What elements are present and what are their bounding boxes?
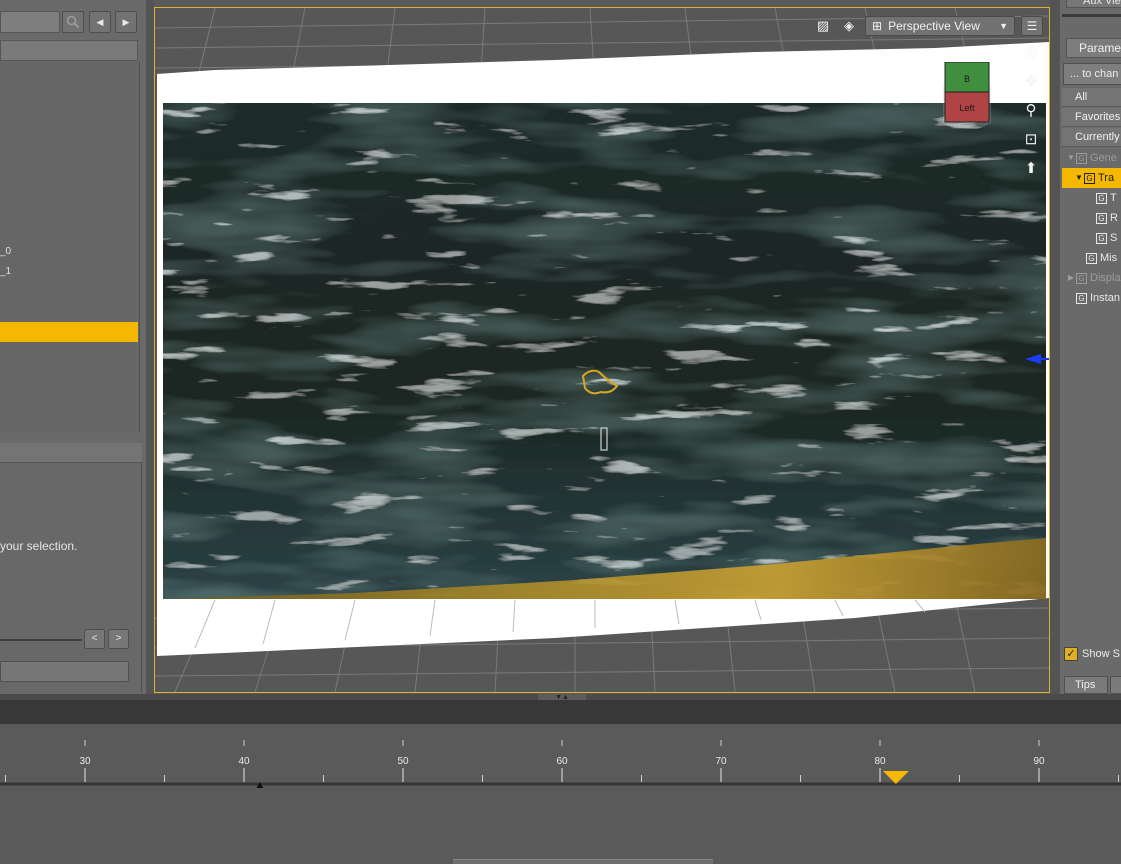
timeline[interactable]: 30 40 50 60 70 80 90 [0,724,1121,864]
tab-aux-view[interactable]: Aux View [1066,0,1121,8]
tab-parameters[interactable]: Paramet [1066,38,1121,58]
timeline-scrollbar[interactable] [453,859,713,864]
tree-item[interactable]: GR [1062,208,1121,228]
draw-style-icon[interactable]: ◈ [839,16,859,36]
tree-item-label: Instan [1090,292,1120,304]
tab-secondary[interactable] [1110,676,1121,694]
timeline-header [0,700,1121,724]
expand-icon[interactable]: ▼ [1066,148,1076,168]
filter-currently[interactable]: Currently [1062,128,1121,147]
ruler-tick-label: 60 [556,756,568,767]
left-lower-panel: your selection. < > [0,443,142,693]
cube-face-label: Left [959,103,975,113]
pan-icon[interactable]: ✥ [1020,71,1042,93]
show-checkbox[interactable]: ✓ [1064,647,1078,661]
tree-item[interactable]: GS [1062,228,1121,248]
chevron-down-icon: ▼ [999,21,1008,31]
group-icon: G [1096,232,1107,244]
ruler-tick-label: 30 [79,756,91,767]
frame-icon[interactable]: ⊡ [1020,129,1042,151]
nav-forward-button[interactable]: ▶ [115,11,137,33]
tree-item[interactable]: G Instan [1062,288,1121,308]
expand-icon[interactable]: ▼ [1074,168,1084,188]
tree-item-label: Tra [1098,172,1115,184]
group-icon: G [1076,272,1087,284]
ruler-tick-label: 40 [238,756,250,767]
group-icon: G [1076,292,1087,304]
render-toggle-icon[interactable]: ▨ [813,16,833,36]
tab-tips[interactable]: Tips [1064,676,1108,694]
left-slider[interactable] [0,639,82,641]
scene-list: _0 _1 [0,62,140,432]
ruler-tick-label: 50 [397,756,409,767]
group-icon: G [1096,192,1107,204]
parameter-filter-input[interactable]: ... to chan [1063,63,1121,85]
tree-item-label: S [1110,232,1118,244]
tree-item-label: Mis [1100,252,1118,264]
ocean-surface [163,103,1046,599]
view-mode-label: Perspective View [888,19,980,33]
grid-icon: ⊞ [872,19,883,33]
expand-icon[interactable]: ▶ [1066,268,1076,288]
show-label: Show S [1082,648,1120,660]
viewport-toolbar: ▨ ◈ ⊞ Perspective View ▼ ☰ [813,16,1043,36]
tree-item[interactable]: GT [1062,188,1121,208]
orbit-icon[interactable]: ◎ [1020,42,1042,64]
tree-item[interactable]: G Mis [1062,248,1121,268]
aux-divider [1062,14,1121,17]
right-pane: Aux View Paramet ... to chan All Favorit… [1060,0,1121,694]
viewport[interactable]: ▨ ◈ ⊞ Perspective View ▼ ☰ B Left ◎ ✥ ⚲ … [154,7,1050,693]
reset-view-icon[interactable]: ⬆ [1020,158,1042,180]
right-sash[interactable] [1050,0,1060,694]
zoom-icon[interactable]: ⚲ [1020,100,1042,122]
tree-item-label: R [1110,212,1118,224]
selection-hint-text: your selection. [0,539,78,553]
cube-top-label: B [964,74,970,84]
page-prev-button[interactable]: < [84,629,105,649]
tree-item-label: T [1110,192,1117,204]
tree-item[interactable]: ▼ G Gene [1062,148,1121,168]
tree-item[interactable]: ▶ G Displa [1062,268,1121,288]
playhead-marker[interactable] [882,771,909,784]
left-header-bar[interactable] [0,40,138,61]
ruler-tick-label: 70 [715,756,727,767]
group-icon: G [1096,212,1107,224]
page-next-button[interactable]: > [108,629,129,649]
left-search-input[interactable] [0,11,60,33]
left-lower-header[interactable] [0,443,142,463]
left-pane: ◀ ▶ _0 _1 your selection. < > [0,0,146,694]
group-icon: G [1086,252,1097,264]
filter-favorites[interactable]: Favorites [1062,108,1121,127]
show-option[interactable]: ✓ Show S [1064,646,1120,662]
left-bottom-button[interactable] [0,661,129,682]
viewport-menu-button[interactable]: ☰ [1021,16,1043,36]
group-icon: G [1084,172,1095,184]
selected-list-item[interactable] [0,322,138,342]
nav-cube[interactable]: B Left [943,62,991,128]
view-mode-select[interactable]: ⊞ Perspective View ▼ [865,16,1015,36]
tree-item-label: Gene [1090,152,1117,164]
scene-render[interactable] [155,8,1049,692]
list-item[interactable]: _1 [0,266,11,277]
search-button[interactable] [62,11,84,33]
menu-icon: ☰ [1026,19,1038,33]
tree-item-selected[interactable]: ▼ G Tra [1062,168,1121,188]
group-icon: G [1076,152,1087,164]
list-item[interactable]: _0 [0,246,11,257]
left-sash[interactable] [146,0,154,694]
tree-item-label: Displa [1090,272,1121,284]
ruler-tick-label: 80 [874,756,886,767]
ruler-tick-label: 90 [1033,756,1045,767]
nav-back-button[interactable]: ◀ [89,11,111,33]
nav-tools: ◎ ✥ ⚲ ⊡ ⬆ [1019,42,1043,180]
filter-all[interactable]: All [1062,88,1121,107]
search-icon [66,15,80,29]
timeline-ruler[interactable]: 30 40 50 60 70 80 90 [0,724,1121,788]
